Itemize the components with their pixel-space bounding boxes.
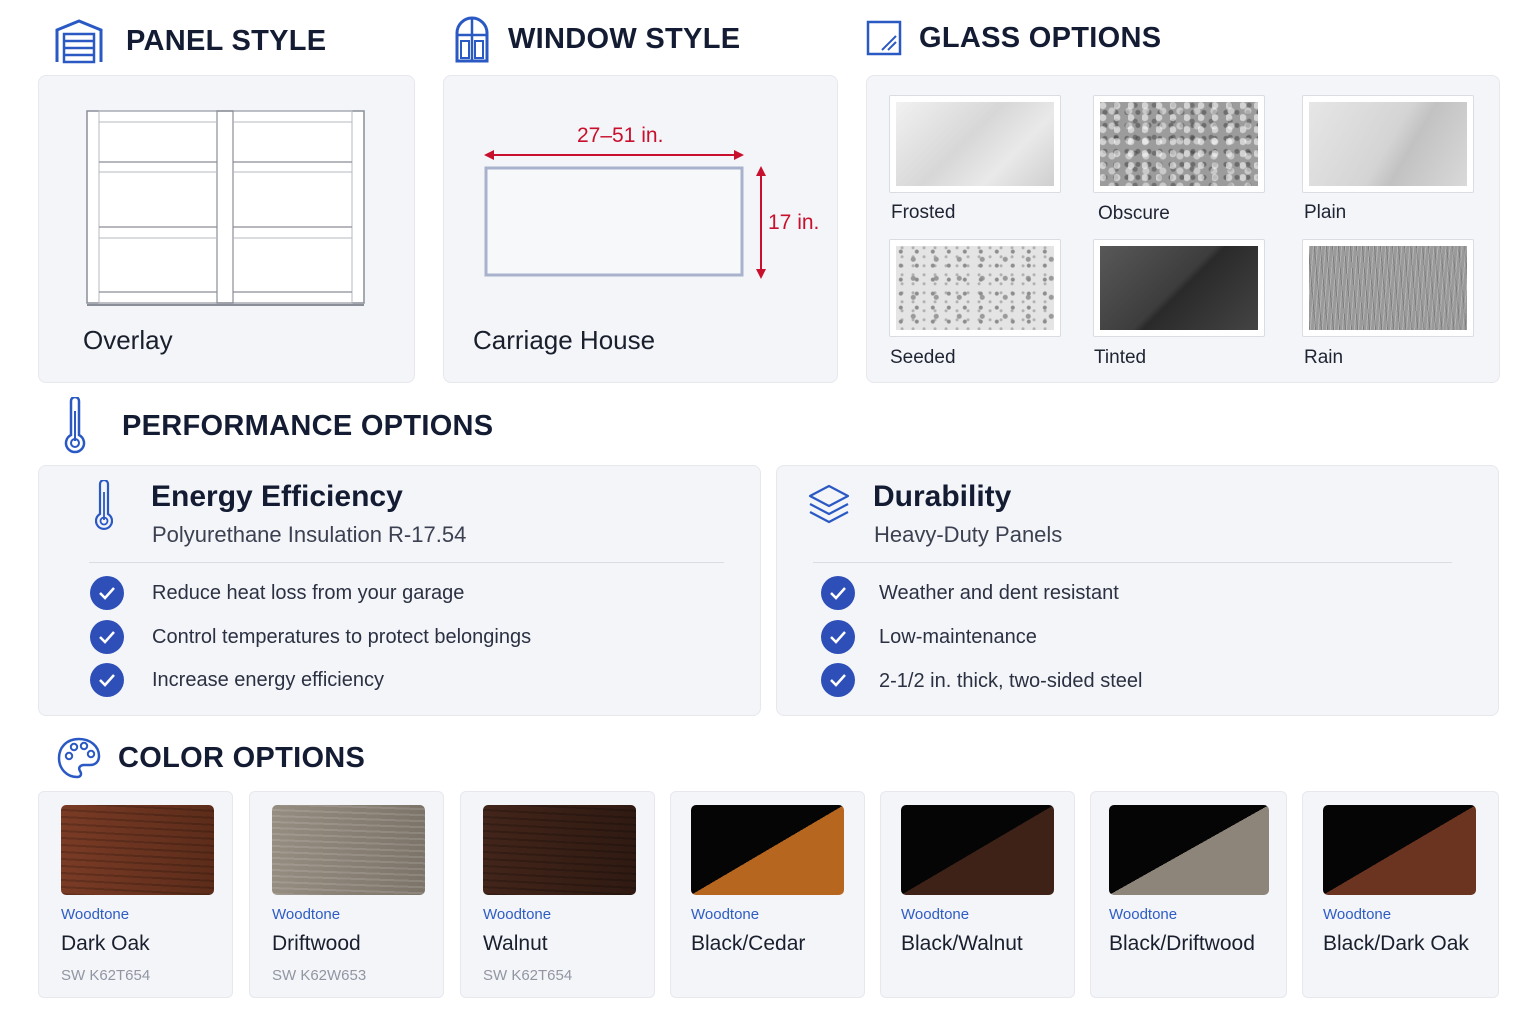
glass-option-frosted[interactable] <box>889 95 1061 193</box>
glass-label: Rain <box>1304 347 1344 368</box>
color-code: SW K62T654 <box>483 967 573 984</box>
color-option-dark-oak[interactable]: Woodtone Dark Oak SW K62T654 <box>38 791 233 998</box>
window-style-label: Carriage House <box>473 325 656 355</box>
window-style-header: WINDOW STYLE <box>454 15 740 63</box>
benefit-item: Low-maintenance <box>879 626 1037 648</box>
benefit-item: Weather and dent resistant <box>879 582 1119 604</box>
glass-swatch <box>896 102 1054 186</box>
glass-label: Seeded <box>890 347 956 368</box>
color-name: Black/Walnut <box>901 932 1023 955</box>
energy-efficiency-title: Energy Efficiency <box>151 480 403 513</box>
thermometer-icon <box>64 397 86 454</box>
color-type: Woodtone <box>272 906 341 923</box>
divider <box>813 562 1452 563</box>
color-options-title: COLOR OPTIONS <box>118 741 366 774</box>
arched-window-icon <box>455 16 489 63</box>
durability-subtitle: Heavy-Duty Panels <box>874 522 1063 547</box>
thermometer-icon <box>95 480 113 531</box>
glass-option-obscure[interactable] <box>1093 95 1265 193</box>
color-type: Woodtone <box>61 906 130 923</box>
benefit-item: Reduce heat loss from your garage <box>152 582 465 604</box>
benefit-item: Control temperatures to protect belongin… <box>152 626 532 648</box>
color-swatch <box>61 805 214 895</box>
benefit-item: 2-1/2 in. thick, two-sided steel <box>879 670 1143 692</box>
energy-efficiency-card: Energy Efficiency Polyurethane Insulatio… <box>38 465 761 716</box>
color-swatch <box>901 805 1054 895</box>
check-icon <box>821 576 855 610</box>
color-code: SW K62W653 <box>272 967 367 984</box>
overlay-panel-diagram <box>86 110 365 306</box>
color-name: Walnut <box>483 932 548 955</box>
glass-swatch <box>1309 246 1467 330</box>
color-swatch <box>1323 805 1476 895</box>
glass-option-tinted[interactable] <box>1093 239 1265 337</box>
durability-title: Durability <box>873 480 1012 513</box>
color-swatch <box>483 805 636 895</box>
color-option-black-walnut[interactable]: Woodtone Black/Walnut <box>880 791 1075 998</box>
glass-option-seeded[interactable] <box>889 239 1061 337</box>
color-type: Woodtone <box>483 906 552 923</box>
energy-efficiency-subtitle: Polyurethane Insulation R-17.54 <box>152 522 467 547</box>
color-name: Black/Dark Oak <box>1323 932 1469 955</box>
color-swatch <box>272 805 425 895</box>
panel-style-header: PANEL STYLE <box>54 18 326 64</box>
color-name: Black/Cedar <box>691 932 806 955</box>
color-name: Black/Driftwood <box>1109 932 1255 955</box>
color-swatch <box>1109 805 1269 895</box>
color-type: Woodtone <box>691 906 760 923</box>
check-icon <box>90 576 124 610</box>
durability-card: Durability Heavy-Duty Panels Weather and… <box>776 465 1499 716</box>
palette-icon <box>57 737 101 779</box>
glass-label: Tinted <box>1094 347 1147 368</box>
color-option-black-cedar[interactable]: Woodtone Black/Cedar <box>670 791 865 998</box>
glass-label: Plain <box>1304 202 1347 223</box>
color-option-black-driftwood[interactable]: Woodtone Black/Driftwood <box>1090 791 1287 998</box>
performance-options-title: PERFORMANCE OPTIONS <box>122 409 494 442</box>
color-options-header: COLOR OPTIONS <box>56 736 365 780</box>
color-option-driftwood[interactable]: Woodtone Driftwood SW K62W653 <box>249 791 444 998</box>
layers-icon <box>808 484 850 524</box>
glass-option-plain[interactable] <box>1302 95 1474 193</box>
glass-label: Obscure <box>1098 203 1170 224</box>
panel-style-title: PANEL STYLE <box>126 24 327 57</box>
glass-swatch <box>896 246 1054 330</box>
color-swatch <box>691 805 844 895</box>
color-type: Woodtone <box>1323 906 1392 923</box>
glass-swatch <box>1100 102 1258 186</box>
glass-options-title: GLASS OPTIONS <box>919 21 1162 54</box>
glass-label: Frosted <box>891 202 956 223</box>
window-style-title: WINDOW STYLE <box>508 22 741 55</box>
height-dimension-label: 17 in. <box>768 211 820 234</box>
window-dimension-diagram <box>484 150 766 279</box>
color-option-walnut[interactable]: Woodtone Walnut SW K62T654 <box>460 791 655 998</box>
divider <box>89 562 724 563</box>
panel-style-card[interactable]: Overlay <box>38 75 415 383</box>
color-name: Dark Oak <box>61 932 150 955</box>
glass-options-card: Frosted Obscure Plain Seeded Tinted Rain <box>866 75 1500 383</box>
glass-swatch <box>1100 246 1258 330</box>
color-type: Woodtone <box>1109 906 1178 923</box>
color-type: Woodtone <box>901 906 970 923</box>
color-code: SW K62T654 <box>61 967 151 984</box>
panel-style-label: Overlay <box>83 325 173 355</box>
glass-pane-icon <box>866 20 902 56</box>
window-style-card[interactable]: 27–51 in. 17 in. Carriage House <box>443 75 838 383</box>
garage-door-icon <box>55 19 103 64</box>
color-option-black-dark-oak[interactable]: Woodtone Black/Dark Oak <box>1302 791 1499 998</box>
glass-options-header: GLASS OPTIONS <box>866 20 1161 56</box>
color-name: Driftwood <box>272 932 361 955</box>
performance-options-header: PERFORMANCE OPTIONS <box>64 397 493 455</box>
check-icon <box>821 620 855 654</box>
check-icon <box>90 620 124 654</box>
glass-swatch <box>1309 102 1467 186</box>
benefit-item: Increase energy efficiency <box>152 669 384 691</box>
check-icon <box>90 663 124 697</box>
glass-option-rain[interactable] <box>1302 239 1474 337</box>
check-icon <box>821 663 855 697</box>
